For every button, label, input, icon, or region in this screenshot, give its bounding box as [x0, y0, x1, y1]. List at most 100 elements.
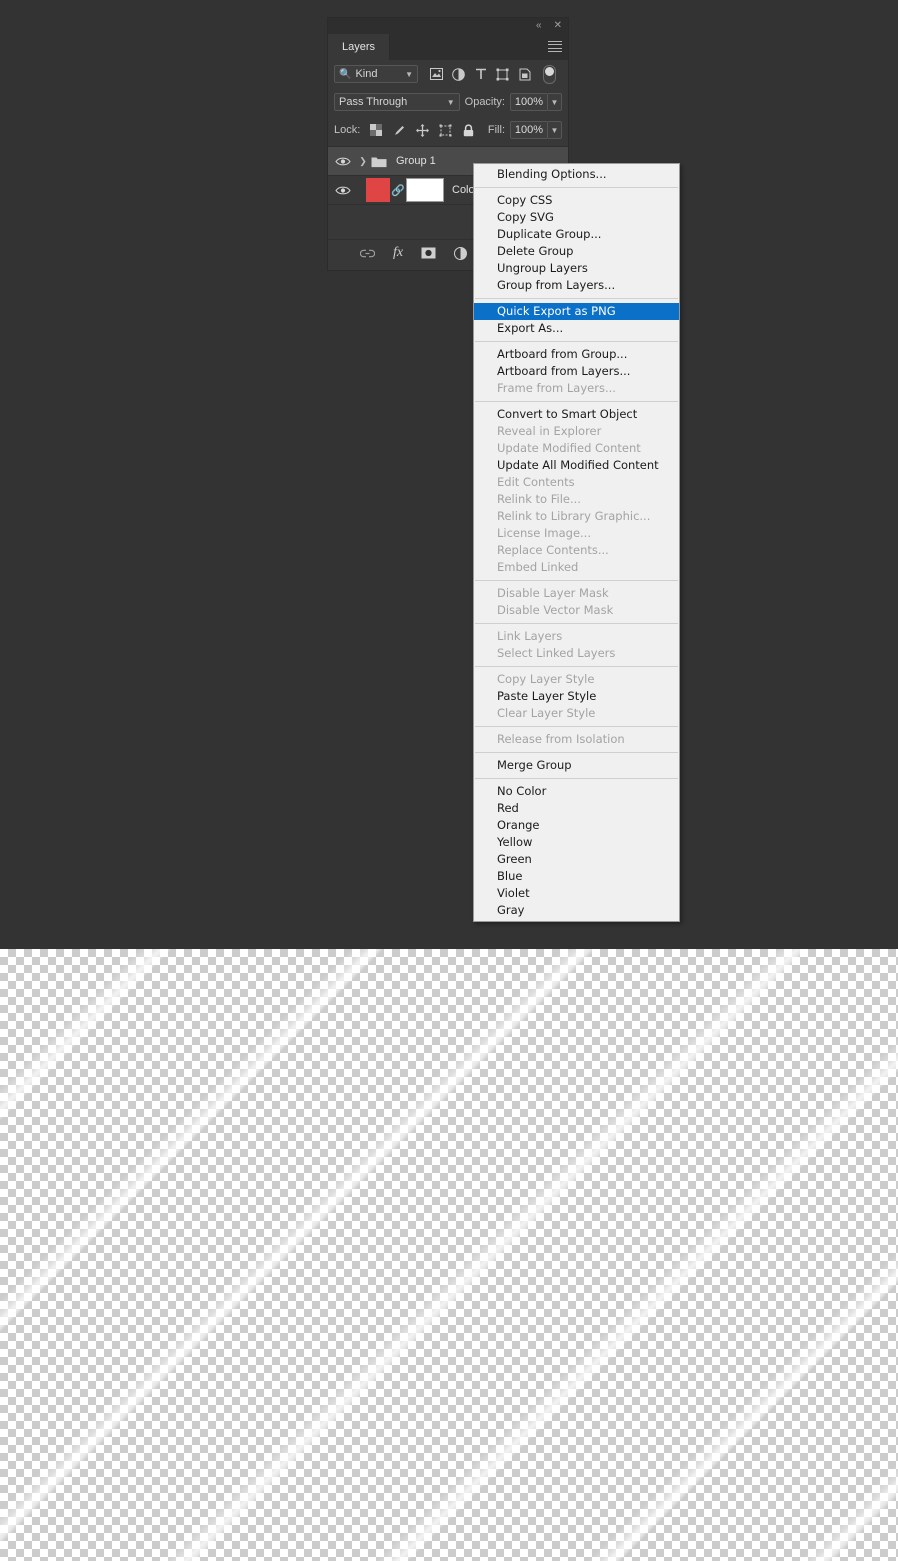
- menu-item: Frame from Layers...: [497, 381, 616, 395]
- panel-titlebar: « ✕: [328, 18, 568, 34]
- lock-row: Lock: Fill: 100% ▼: [328, 116, 568, 144]
- fill-label: Fill:: [487, 124, 505, 136]
- close-icon[interactable]: ✕: [554, 21, 562, 31]
- menu-item[interactable]: Blending Options...: [474, 166, 679, 183]
- menu-item[interactable]: Merge Group: [474, 757, 679, 774]
- lock-label: Lock:: [334, 124, 361, 136]
- menu-item: Edit Contents: [497, 475, 575, 489]
- menu-separator: [475, 726, 678, 727]
- fill-field-group: 100% ▼: [510, 121, 562, 139]
- eye-icon[interactable]: [330, 185, 356, 196]
- diagonal-light-streaks: [0, 949, 898, 1561]
- opacity-input[interactable]: 100%: [510, 93, 548, 111]
- menu-separator: [475, 341, 678, 342]
- chevron-down-icon: ▼: [446, 97, 455, 107]
- opacity-stepper-icon[interactable]: ▼: [548, 93, 562, 111]
- menu-item[interactable]: Gray: [474, 902, 679, 919]
- pixel-layer-filter-icon[interactable]: [429, 67, 444, 82]
- layer-color-swatch[interactable]: [366, 178, 390, 202]
- menu-item: Disable Layer Mask: [497, 586, 609, 600]
- menu-item[interactable]: Green: [474, 851, 679, 868]
- menu-item[interactable]: Ungroup Layers: [474, 260, 679, 277]
- menu-item[interactable]: Yellow: [474, 834, 679, 851]
- add-layer-style-fx-icon[interactable]: fx: [393, 245, 403, 261]
- blend-mode-select[interactable]: Pass Through ▼: [334, 93, 460, 111]
- layer-name-label: Group 1: [396, 155, 436, 167]
- fill-input[interactable]: 100%: [510, 121, 548, 139]
- menu-item[interactable]: Group from Layers...: [474, 277, 679, 294]
- blend-mode-row: Pass Through ▼ Opacity: 100% ▼: [328, 88, 568, 116]
- fill-stepper-icon[interactable]: ▼: [548, 121, 562, 139]
- menu-item[interactable]: Quick Export as PNG: [474, 303, 679, 320]
- opacity-label: Opacity:: [464, 96, 505, 108]
- adjustment-layer-filter-icon[interactable]: [451, 67, 466, 82]
- menu-item[interactable]: Export As...: [474, 320, 679, 337]
- menu-item: Replace Contents...: [497, 543, 609, 557]
- lock-transparent-pixels-icon[interactable]: [369, 123, 383, 137]
- menu-separator: [475, 298, 678, 299]
- menu-item[interactable]: Artboard from Group...: [474, 346, 679, 363]
- type-layer-filter-icon[interactable]: [473, 67, 488, 82]
- menu-item[interactable]: Red: [474, 800, 679, 817]
- folder-icon: [370, 155, 388, 168]
- menu-item: Release from Isolation: [497, 732, 625, 746]
- menu-separator: [475, 666, 678, 667]
- menu-item: Relink to File...: [497, 492, 581, 506]
- menu-item[interactable]: Copy CSS: [474, 192, 679, 209]
- menu-item[interactable]: No Color: [474, 783, 679, 800]
- menu-item[interactable]: Convert to Smart Object: [474, 406, 679, 423]
- filter-enable-toggle[interactable]: [543, 64, 556, 84]
- tab-layers[interactable]: Layers: [328, 34, 391, 60]
- panel-tab-row: Layers: [328, 34, 568, 60]
- new-adjustment-layer-icon[interactable]: [454, 246, 468, 260]
- menu-item: Copy Layer Style: [497, 672, 595, 686]
- mask-link-icon[interactable]: 🔗: [390, 184, 406, 197]
- chevron-right-icon[interactable]: ❯: [356, 156, 370, 167]
- menu-item[interactable]: Paste Layer Style: [474, 688, 679, 705]
- collapse-to-icons-icon[interactable]: «: [536, 21, 542, 31]
- layer-context-menu: Blending Options... Copy CSS Copy SVG Dupli…: [473, 163, 680, 922]
- lock-position-icon[interactable]: [415, 123, 429, 137]
- add-layer-mask-icon[interactable]: [421, 247, 436, 259]
- menu-item[interactable]: Blue: [474, 868, 679, 885]
- lock-artboard-nesting-icon[interactable]: [438, 123, 452, 137]
- menu-separator: [475, 623, 678, 624]
- layer-mask-thumbnail[interactable]: [406, 178, 444, 202]
- menu-separator: [475, 580, 678, 581]
- menu-item[interactable]: Orange: [474, 817, 679, 834]
- shape-layer-filter-icon[interactable]: [495, 67, 510, 82]
- menu-item: Update Modified Content: [497, 441, 641, 455]
- menu-item[interactable]: Copy SVG: [474, 209, 679, 226]
- menu-item: License Image...: [497, 526, 591, 540]
- menu-separator: [475, 752, 678, 753]
- menu-item[interactable]: Delete Group: [474, 243, 679, 260]
- menu-item[interactable]: Artboard from Layers...: [474, 363, 679, 380]
- menu-separator: [475, 401, 678, 402]
- menu-item[interactable]: Violet: [474, 885, 679, 902]
- search-icon: 🔍: [339, 68, 352, 80]
- filter-type-icons: [429, 64, 556, 84]
- lock-icons: [369, 123, 475, 137]
- blend-mode-value: Pass Through: [339, 96, 408, 108]
- menu-item: Clear Layer Style: [497, 706, 596, 720]
- menu-item[interactable]: Duplicate Group...: [474, 226, 679, 243]
- link-layers-icon[interactable]: [360, 249, 375, 258]
- menu-item: Reveal in Explorer: [497, 424, 602, 438]
- eye-icon[interactable]: [330, 156, 356, 167]
- menu-item: Embed Linked: [497, 560, 579, 574]
- filter-kind-select[interactable]: 🔍 Kind ▼: [334, 65, 418, 83]
- chevron-down-icon: ▼: [405, 69, 413, 79]
- menu-item: Relink to Library Graphic...: [497, 509, 651, 523]
- layer-name-label: Colo: [452, 184, 475, 196]
- smart-object-filter-icon[interactable]: [517, 67, 532, 82]
- lock-all-icon[interactable]: [461, 123, 475, 137]
- lock-image-pixels-icon[interactable]: [392, 123, 406, 137]
- menu-item: Link Layers: [497, 629, 563, 643]
- menu-separator: [475, 187, 678, 188]
- opacity-field-group: 100% ▼: [510, 93, 562, 111]
- tab-layers-label: Layers: [342, 41, 376, 53]
- panel-menu-icon[interactable]: [548, 41, 562, 52]
- menu-item[interactable]: Update All Modified Content: [474, 457, 679, 474]
- screen-root: « ✕ Layers 🔍 Kind ▼ Pass Through ▼ Opaci…: [0, 0, 898, 1561]
- menu-item: Select Linked Layers: [497, 646, 616, 660]
